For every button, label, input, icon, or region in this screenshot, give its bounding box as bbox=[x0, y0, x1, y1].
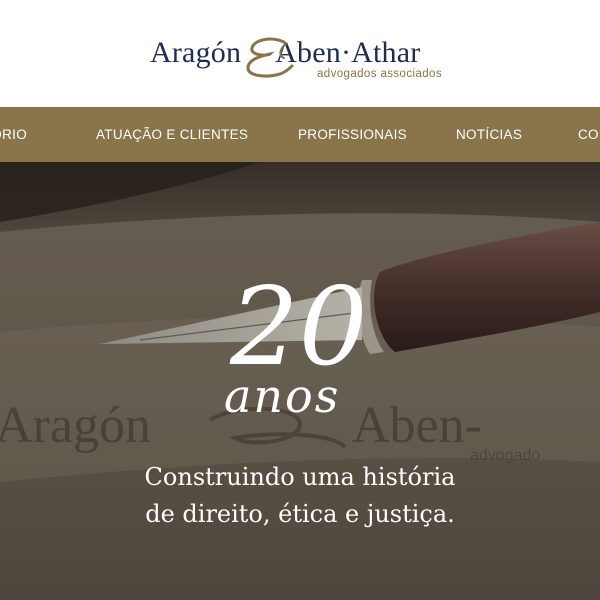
hero-tagline: Construindo uma história de direito, éti… bbox=[0, 459, 600, 533]
site-header: Aragón Aben·Athar advogados associados bbox=[0, 0, 600, 107]
nav-item-contato[interactable]: CONTATO bbox=[578, 107, 600, 162]
main-navigation: ESCRITÓRIO ATUAÇÃO E CLIENTES PROFISSION… bbox=[0, 107, 600, 162]
anniversary-word: anos bbox=[224, 369, 340, 416]
logo-subtitle: advogados associados bbox=[317, 68, 442, 80]
hero-banner: Aragón Aben- advogado 20 anos Construind… bbox=[0, 162, 600, 600]
nav-item-noticias[interactable]: NOTÍCIAS bbox=[456, 107, 522, 162]
nav-item-atuacao-e-clientes[interactable]: ATUAÇÃO E CLIENTES bbox=[96, 107, 248, 162]
logo-ampersand-icon bbox=[246, 37, 294, 78]
logo-name-left: Aragón bbox=[150, 36, 242, 69]
nav-item-escritorio[interactable]: ESCRITÓRIO bbox=[0, 107, 27, 162]
tagline-line-2: de direito, ética e justiça. bbox=[145, 500, 455, 528]
nav-item-profissionais[interactable]: PROFISSIONAIS bbox=[298, 107, 407, 162]
tagline-line-1: Construindo uma história bbox=[144, 463, 456, 491]
logo[interactable]: Aragón Aben·Athar advogados associados bbox=[150, 36, 450, 86]
anniversary-badge: 20 anos bbox=[224, 266, 367, 416]
